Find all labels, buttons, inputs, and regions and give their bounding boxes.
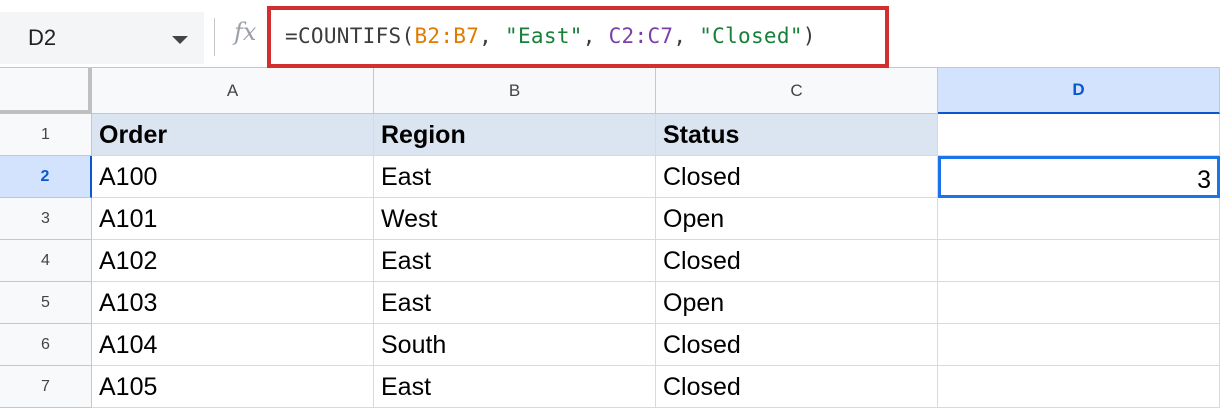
cell-d7[interactable] — [938, 366, 1220, 408]
select-all-corner[interactable] — [0, 68, 92, 114]
formula-token: ) — [802, 24, 816, 48]
formula-token: B2:B7 — [414, 24, 480, 48]
formula-token: =COUNTIFS( — [285, 24, 415, 48]
cell-d4[interactable] — [938, 240, 1220, 282]
cell-d5[interactable] — [938, 282, 1220, 324]
divider — [214, 18, 215, 56]
row-header-4[interactable]: 4 — [0, 240, 92, 282]
name-box-value: D2 — [28, 25, 57, 50]
fx-icon: fx — [234, 18, 257, 46]
cell-d2[interactable]: 3 — [938, 156, 1220, 198]
cell-a5[interactable]: A103 — [92, 282, 374, 324]
cell-a2[interactable]: A100 — [92, 156, 374, 198]
cell-a4[interactable]: A102 — [92, 240, 374, 282]
cell-c3[interactable]: Open — [656, 198, 938, 240]
cell-a7[interactable]: A105 — [92, 366, 374, 408]
cell-c4[interactable]: Closed — [656, 240, 938, 282]
formula-input[interactable]: =COUNTIFS(B2:B7, "East", C2:C7, "Closed"… — [267, 6, 889, 68]
cell-b6[interactable]: South — [374, 324, 656, 366]
formula-token: , — [479, 24, 506, 48]
cell-d1[interactable] — [938, 114, 1220, 156]
formula-token: , — [582, 24, 609, 48]
cell-b4[interactable]: East — [374, 240, 656, 282]
formula-token: C2:C7 — [608, 24, 674, 48]
formula-token: "East" — [505, 24, 583, 48]
column-header-d[interactable]: D — [938, 68, 1220, 114]
cell-a6[interactable]: A104 — [92, 324, 374, 366]
formula-bar-area: D2 fx =COUNTIFS(B2:B7, "East", C2:C7, "C… — [0, 0, 1220, 68]
cell-b1[interactable]: Region — [374, 114, 656, 156]
cell-c7[interactable]: Closed — [656, 366, 938, 408]
cell-c2[interactable]: Closed — [656, 156, 938, 198]
row-header-5[interactable]: 5 — [0, 282, 92, 324]
column-header-b[interactable]: B — [374, 68, 656, 114]
row-header-6[interactable]: 6 — [0, 324, 92, 366]
cell-a3[interactable]: A101 — [92, 198, 374, 240]
cell-c1[interactable]: Status — [656, 114, 938, 156]
row-header-1[interactable]: 1 — [0, 114, 92, 156]
row-header-7[interactable]: 7 — [0, 366, 92, 408]
chevron-down-icon[interactable] — [172, 36, 188, 44]
cell-b3[interactable]: West — [374, 198, 656, 240]
column-header-a[interactable]: A — [92, 68, 374, 114]
formula-token: , — [673, 24, 700, 48]
cell-d6[interactable] — [938, 324, 1220, 366]
row-header-3[interactable]: 3 — [0, 198, 92, 240]
cell-a1[interactable]: Order — [92, 114, 374, 156]
formula-text: =COUNTIFS(B2:B7, "East", C2:C7, "Closed"… — [285, 24, 816, 48]
row-header-2[interactable]: 2 — [0, 156, 92, 198]
cell-b5[interactable]: East — [374, 282, 656, 324]
cell-d3[interactable] — [938, 198, 1220, 240]
name-box[interactable]: D2 — [0, 12, 204, 64]
cell-c5[interactable]: Open — [656, 282, 938, 324]
column-header-c[interactable]: C — [656, 68, 938, 114]
cell-b7[interactable]: East — [374, 366, 656, 408]
cell-c6[interactable]: Closed — [656, 324, 938, 366]
formula-token: "Closed" — [699, 24, 803, 48]
spreadsheet-grid: A B C D 1 Order Region Status 2 A100 East Closed 3 3 A… — [0, 68, 1220, 416]
cell-b2[interactable]: East — [374, 156, 656, 198]
